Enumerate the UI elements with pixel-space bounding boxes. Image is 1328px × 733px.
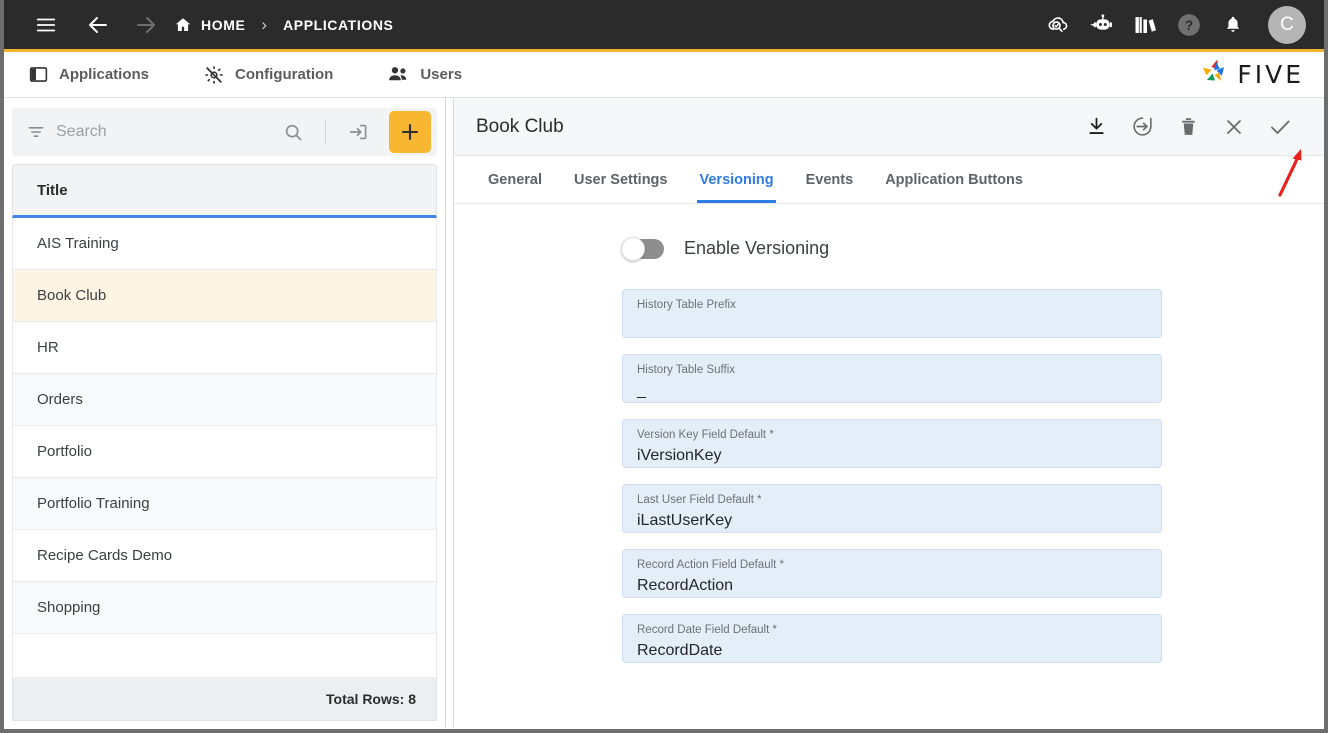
robot-assistant-icon[interactable] bbox=[1086, 10, 1116, 40]
tab-events[interactable]: Events bbox=[790, 156, 870, 203]
search-row bbox=[4, 98, 445, 164]
field-value: iVersionKey bbox=[637, 447, 722, 464]
top-navigation-bar: HOME › APPLICATIONS ? C bbox=[4, 0, 1324, 52]
notifications-bell-icon[interactable] bbox=[1218, 10, 1248, 40]
field-history-table-prefix[interactable]: History Table Prefix bbox=[622, 289, 1162, 338]
field-value: iLastUserKey bbox=[637, 512, 733, 529]
applications-sidebar: Title AIS Training Book Club HR Orders P… bbox=[4, 98, 446, 727]
avatar[interactable]: C bbox=[1268, 5, 1306, 44]
five-logo-mark bbox=[1197, 56, 1231, 93]
field-label: Record Date Field Default * bbox=[637, 624, 777, 636]
topbar-left-group: HOME › APPLICATIONS bbox=[26, 5, 393, 45]
detail-panel: Book Club General User Settings Versioni… bbox=[453, 98, 1324, 727]
tab-versioning[interactable]: Versioning bbox=[683, 156, 789, 203]
delete-trash-icon[interactable] bbox=[1174, 113, 1202, 141]
forward-arrow-icon[interactable] bbox=[126, 5, 166, 45]
list-item[interactable]: Portfolio bbox=[12, 426, 437, 478]
tab-application-buttons[interactable]: Application Buttons bbox=[869, 156, 1039, 203]
versioning-form-inner: Enable Versioning History Table Prefix H… bbox=[621, 236, 1162, 663]
field-value: RecordDate bbox=[637, 642, 723, 659]
tab-user-settings[interactable]: User Settings bbox=[558, 156, 683, 203]
search-box bbox=[12, 108, 437, 156]
list-item[interactable]: HR bbox=[12, 322, 437, 374]
section-navigation-bar: Applications Configuration Users FIVE bbox=[4, 52, 1324, 98]
export-icon[interactable] bbox=[1128, 113, 1156, 141]
list-item[interactable]: AIS Training bbox=[12, 218, 437, 270]
topbar-right-group: ? C bbox=[1042, 5, 1306, 44]
field-label: Record Action Field Default * bbox=[637, 559, 785, 571]
list-item[interactable]: Portfolio Training bbox=[12, 478, 437, 530]
list-item[interactable]: Recipe Cards Demo bbox=[12, 530, 437, 582]
home-icon bbox=[174, 16, 192, 34]
field-record-date-field-default[interactable]: Record Date Field Default * RecordDate bbox=[622, 614, 1162, 663]
close-x-icon[interactable] bbox=[1220, 113, 1248, 141]
nav-tab-users[interactable]: Users bbox=[381, 64, 480, 85]
download-icon[interactable] bbox=[1082, 113, 1110, 141]
enable-versioning-row: Enable Versioning bbox=[621, 236, 1162, 261]
back-arrow-icon[interactable] bbox=[78, 5, 118, 45]
total-rows-label: Total Rows: 8 bbox=[12, 677, 437, 721]
detail-panel-header: Book Club bbox=[454, 98, 1324, 156]
field-label: History Table Prefix bbox=[637, 299, 736, 311]
toggle-knob bbox=[621, 236, 645, 261]
toolbar-divider bbox=[325, 119, 326, 145]
enable-versioning-toggle[interactable] bbox=[621, 236, 664, 261]
breadcrumb-home[interactable]: HOME bbox=[174, 16, 245, 34]
page-title: Book Club bbox=[476, 115, 564, 137]
list-item[interactable]: Orders bbox=[12, 374, 437, 426]
panel-layout-icon bbox=[28, 64, 49, 85]
filter-icon[interactable] bbox=[26, 122, 46, 142]
list-item[interactable]: Book Club bbox=[12, 270, 437, 322]
list-item-empty bbox=[12, 634, 437, 677]
list-column-header[interactable]: Title bbox=[12, 164, 437, 218]
gear-icon bbox=[203, 64, 225, 86]
breadcrumb-current-label: APPLICATIONS bbox=[283, 16, 394, 33]
svg-text:?: ? bbox=[1185, 17, 1193, 32]
help-icon[interactable]: ? bbox=[1174, 10, 1204, 40]
five-logo-text: FIVE bbox=[1237, 60, 1304, 89]
detail-panel-actions bbox=[1082, 113, 1294, 141]
field-label: Version Key Field Default * bbox=[637, 429, 774, 441]
tab-general[interactable]: General bbox=[472, 156, 558, 203]
field-value: _ bbox=[637, 382, 646, 399]
search-input[interactable] bbox=[56, 123, 266, 141]
list-item[interactable]: Shopping bbox=[12, 582, 437, 634]
cloud-search-icon[interactable] bbox=[1042, 10, 1072, 40]
nav-tab-applications-label: Applications bbox=[59, 66, 150, 83]
detail-tab-bar: General User Settings Versioning Events … bbox=[454, 156, 1324, 204]
search-icon[interactable] bbox=[276, 115, 310, 149]
nav-tab-applications[interactable]: Applications bbox=[22, 64, 167, 85]
field-value: RecordAction bbox=[637, 577, 734, 594]
field-label: Last User Field Default * bbox=[637, 494, 762, 506]
versioning-form: Enable Versioning History Table Prefix H… bbox=[454, 204, 1324, 727]
field-label: History Table Suffix bbox=[637, 364, 736, 376]
add-application-button[interactable] bbox=[389, 111, 431, 153]
nav-tab-users-label: Users bbox=[420, 66, 463, 83]
hamburger-menu-icon[interactable] bbox=[26, 5, 66, 45]
import-arrow-icon[interactable] bbox=[341, 115, 375, 149]
field-history-table-suffix[interactable]: History Table Suffix _ bbox=[622, 354, 1162, 403]
breadcrumb-separator: › bbox=[261, 15, 268, 34]
save-check-icon[interactable] bbox=[1266, 113, 1294, 141]
enable-versioning-label: Enable Versioning bbox=[684, 238, 830, 258]
nav-tab-configuration[interactable]: Configuration bbox=[197, 64, 351, 86]
breadcrumb-home-label: HOME bbox=[201, 16, 246, 33]
body-container: Title AIS Training Book Club HR Orders P… bbox=[4, 98, 1324, 727]
applications-list: AIS Training Book Club HR Orders Portfol… bbox=[12, 218, 437, 677]
nav-tab-configuration-label: Configuration bbox=[235, 66, 334, 83]
five-logo: FIVE bbox=[1197, 56, 1304, 93]
application-window: HOME › APPLICATIONS ? C Applications Con… bbox=[0, 0, 1328, 733]
field-version-key-field-default[interactable]: Version Key Field Default * iVersionKey bbox=[622, 419, 1162, 468]
field-record-action-field-default[interactable]: Record Action Field Default * RecordActi… bbox=[622, 549, 1162, 598]
books-library-icon[interactable] bbox=[1130, 10, 1160, 40]
users-icon bbox=[387, 64, 410, 85]
field-last-user-field-default[interactable]: Last User Field Default * iLastUserKey bbox=[622, 484, 1162, 533]
